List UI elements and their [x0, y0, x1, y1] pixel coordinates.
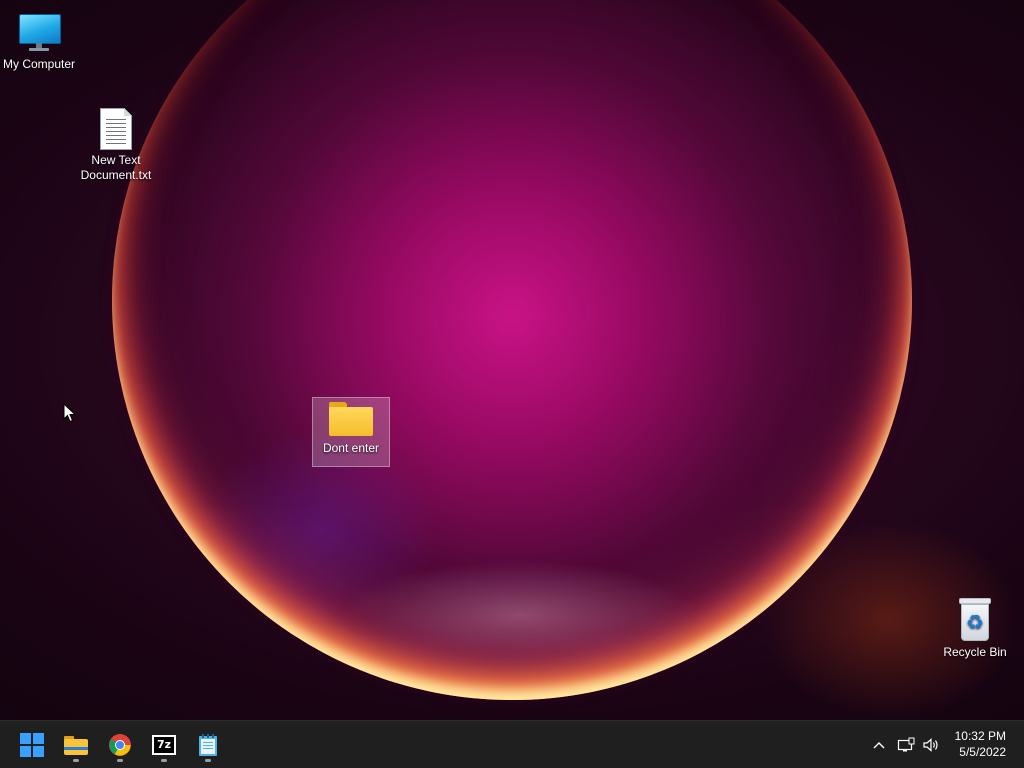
- clock[interactable]: 10:32 PM 5/5/2022: [955, 728, 1006, 760]
- volume-button[interactable]: [921, 735, 941, 755]
- network-icon: [897, 737, 915, 752]
- taskbar: 7z 10:32 PM 5/5/2022: [0, 720, 1024, 768]
- 7zip-icon-label: 7z: [156, 738, 172, 751]
- network-button[interactable]: [896, 735, 916, 755]
- desktop-icon-label: New Text Document.txt: [80, 153, 152, 182]
- start-button[interactable]: [12, 725, 52, 765]
- volume-icon: [923, 738, 938, 752]
- 7zip-icon: 7z: [152, 735, 176, 755]
- monitor-icon: [17, 12, 61, 54]
- running-indicator: [161, 759, 167, 762]
- desktop-icon-label: Dont enter: [322, 441, 380, 455]
- running-indicator: [205, 759, 211, 762]
- desktop-icon-dont-enter-folder[interactable]: Dont enter: [312, 397, 390, 467]
- running-indicator: [117, 759, 123, 762]
- recycle-bin-icon: ♻: [957, 598, 993, 642]
- clock-time: 10:32 PM: [954, 729, 1006, 743]
- mouse-cursor-icon: [63, 403, 77, 423]
- windows-logo-icon: [20, 733, 44, 757]
- show-hidden-icons-button[interactable]: [869, 735, 889, 755]
- taskbar-chrome-button[interactable]: [100, 725, 140, 765]
- chrome-icon: [109, 734, 131, 756]
- taskbar-file-explorer-button[interactable]: [56, 725, 96, 765]
- text-document-icon: [100, 108, 132, 150]
- desktop-icon-new-text-document[interactable]: New Text Document.txt: [77, 104, 155, 187]
- desktop-icon-label: My Computer: [2, 57, 76, 71]
- desktop-icon-recycle-bin[interactable]: ♻ Recycle Bin: [936, 594, 1014, 664]
- taskbar-7zip-button[interactable]: 7z: [144, 725, 184, 765]
- running-indicator: [73, 759, 79, 762]
- desktop-icon-my-computer[interactable]: My Computer: [0, 8, 78, 76]
- recycle-symbol: ♻: [961, 604, 989, 641]
- chevron-up-icon: [873, 742, 885, 749]
- desktop[interactable]: My Computer New Text Document.txt Dont e…: [0, 0, 1024, 720]
- desktop-icon-label: Recycle Bin: [943, 645, 1007, 659]
- folder-icon: [329, 402, 373, 436]
- folder-icon: [64, 736, 88, 755]
- clock-date: 5/5/2022: [959, 745, 1006, 759]
- taskbar-notepad-button[interactable]: [188, 725, 228, 765]
- notepad-icon: [199, 734, 217, 756]
